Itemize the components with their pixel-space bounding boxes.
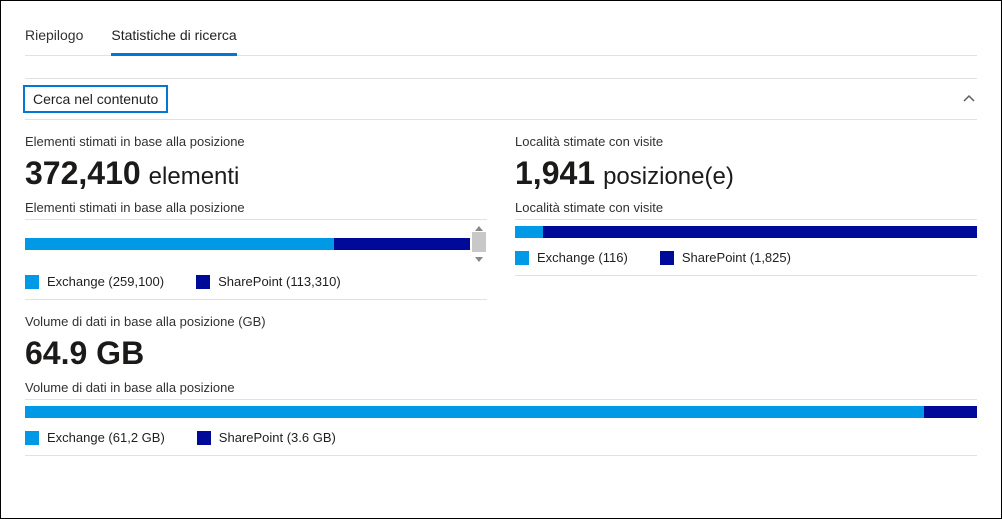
swatch-sharepoint-icon xyxy=(196,275,210,289)
card-volume-bar-label: Volume di dati in base alla posizione xyxy=(25,380,977,400)
swatch-sharepoint-icon xyxy=(197,431,211,445)
card-locations-unit: posizione(e) xyxy=(603,163,734,191)
bar-segment-sharepoint xyxy=(924,406,977,418)
legend-exchange-label: Exchange (116) xyxy=(537,250,628,265)
card-items-unit: elementi xyxy=(149,163,240,191)
card-locations-value: 1,941 xyxy=(515,155,595,192)
card-locations-label: Località stimate con visite xyxy=(515,134,977,149)
bar-segment-sharepoint xyxy=(334,238,469,250)
legend-sharepoint: SharePoint (113,310) xyxy=(196,274,341,289)
bar-segment-exchange xyxy=(25,406,924,418)
legend-sharepoint-label: SharePoint (3.6 GB) xyxy=(219,430,336,445)
card-items-bar xyxy=(25,238,470,250)
collapse-title: Cerca nel contenuto xyxy=(25,87,166,111)
chevron-up-icon xyxy=(961,91,977,107)
swatch-sharepoint-icon xyxy=(660,251,674,265)
bar-segment-sharepoint xyxy=(543,226,977,238)
legend-sharepoint-label: SharePoint (113,310) xyxy=(218,274,341,289)
swatch-exchange-icon xyxy=(515,251,529,265)
card-items-value: 372,410 xyxy=(25,155,141,192)
legend-sharepoint: SharePoint (3.6 GB) xyxy=(197,430,336,445)
tab-search-stats[interactable]: Statistiche di ricerca xyxy=(111,17,236,55)
card-locations-bar xyxy=(515,226,977,238)
card-locations-bar-label: Località stimate con visite xyxy=(515,200,977,220)
legend-sharepoint: SharePoint (1,825) xyxy=(660,250,791,265)
card-items-label: Elementi stimati in base alla posizione xyxy=(25,134,487,149)
bar-segment-exchange xyxy=(25,238,334,250)
card-estimated-locations: Località stimate con visite 1,941 posizi… xyxy=(515,134,977,300)
scroll-stub[interactable] xyxy=(472,226,487,262)
swatch-exchange-icon xyxy=(25,431,39,445)
card-volume-value: 64.9 GB xyxy=(25,335,144,372)
card-volume-bar xyxy=(25,406,977,418)
tabs-row: Riepilogo Statistiche di ricerca xyxy=(25,17,977,56)
legend-exchange: Exchange (61,2 GB) xyxy=(25,430,165,445)
scroll-thumb[interactable] xyxy=(472,232,486,252)
card-estimated-items: Elementi stimati in base alla posizione … xyxy=(25,134,487,300)
legend-exchange-label: Exchange (61,2 GB) xyxy=(47,430,165,445)
card-items-bar-label: Elementi stimati in base alla posizione xyxy=(25,200,487,220)
tab-summary[interactable]: Riepilogo xyxy=(25,17,83,55)
scroll-up-icon[interactable] xyxy=(475,226,483,231)
legend-exchange: Exchange (259,100) xyxy=(25,274,164,289)
card-data-volume: Volume di dati in base alla posizione (G… xyxy=(25,314,977,456)
collapse-header-search-content[interactable]: Cerca nel contenuto xyxy=(25,79,977,120)
legend-exchange-label: Exchange (259,100) xyxy=(47,274,164,289)
legend-exchange: Exchange (116) xyxy=(515,250,628,265)
card-volume-label: Volume di dati in base alla posizione (G… xyxy=(25,314,977,329)
swatch-exchange-icon xyxy=(25,275,39,289)
scroll-down-icon[interactable] xyxy=(475,257,483,262)
bar-segment-exchange xyxy=(515,226,543,238)
legend-sharepoint-label: SharePoint (1,825) xyxy=(682,250,791,265)
